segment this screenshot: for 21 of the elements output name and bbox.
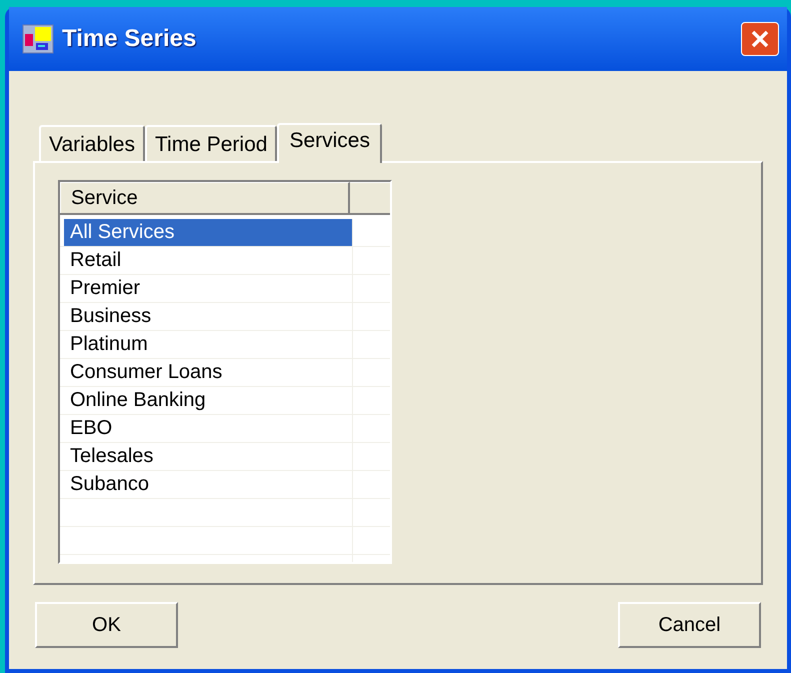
tab[interactable]: Time Period	[145, 125, 278, 161]
list-item[interactable]: Premier	[64, 275, 352, 302]
list-item[interactable]: Telesales	[64, 443, 352, 470]
list-item[interactable]: Platinum	[64, 331, 352, 358]
tab[interactable]: Variables	[39, 125, 145, 161]
list-item[interactable]: Retail	[64, 247, 352, 274]
close-button[interactable]	[741, 22, 779, 56]
list-item[interactable]: Subanco	[64, 471, 352, 498]
list-item[interactable]: Online Banking	[64, 387, 352, 414]
app-icon	[22, 24, 54, 54]
window-title: Time Series	[62, 24, 196, 54]
list-item[interactable]: All Services	[64, 219, 352, 246]
column-header[interactable]: Service	[60, 182, 350, 213]
cancel-button[interactable]: Cancel	[618, 602, 761, 648]
list-item[interactable]: EBO	[64, 415, 352, 442]
tab[interactable]: Services	[277, 123, 382, 163]
list-item[interactable]: Consumer Loans	[64, 359, 352, 386]
close-icon	[750, 29, 770, 49]
ok-button[interactable]: OK	[35, 602, 178, 648]
list-item[interactable]: Business	[64, 303, 352, 330]
service-list[interactable]: Service All Services Retail Premier Business Platinum Consumer Loans Online Banking EBO Telesales Subanco	[58, 180, 392, 564]
